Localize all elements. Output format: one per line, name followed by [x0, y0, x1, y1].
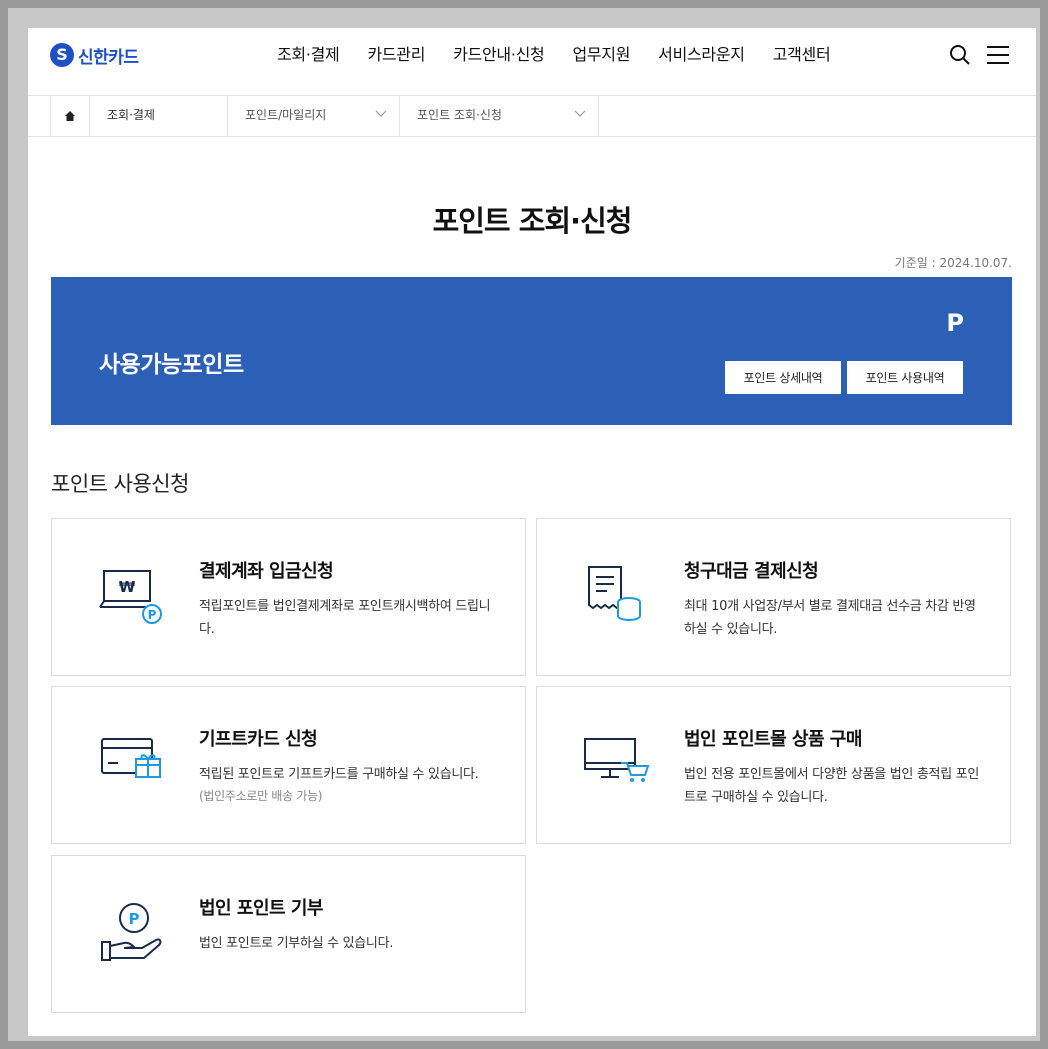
card-note: (법인주소로만 배송 가능)	[199, 789, 323, 803]
nav-item-card-management[interactable]: 카드관리	[353, 43, 439, 67]
card-title: 결제계좌 입금신청	[199, 561, 334, 582]
card-title: 법인 포인트 기부	[199, 898, 323, 919]
card-description-text: 적립된 포인트로 기프트카드를 구매하실 수 있습니다.	[199, 767, 479, 782]
receipt-coins-icon	[588, 566, 641, 621]
card-account-deposit[interactable]: ₩ P 결제계좌 입금신청 적립포인트를 법인결제계좌로 포인트캐시백하여 드립…	[51, 518, 526, 676]
card-gift-card[interactable]: 기프트카드 신청 적립된 포인트로 기프트카드를 구매하실 수 있습니다. (법…	[51, 686, 526, 844]
page-title: 포인트 조회·신청	[432, 204, 633, 238]
breadcrumb: 조회·결제 포인트/마일리지 포인트 조회·신청	[28, 96, 1036, 137]
brand-logo-text: 신한카드	[78, 47, 139, 68]
card-title: 청구대금 결제신청	[684, 561, 819, 582]
chevron-down-icon	[375, 110, 387, 117]
search-icon[interactable]	[948, 43, 972, 67]
card-description: 최대 10개 사업장/부서 별로 결제대금 선수금 차감 반영 하실 수 있습니…	[684, 595, 984, 641]
card-description: 법인 포인트로 기부하실 수 있습니다.	[199, 932, 499, 955]
card-description-text: 법인 포인트로 기부하실 수 있습니다.	[199, 936, 394, 951]
card-description-text: 최대 10개 사업장/부서 별로 결제대금 선수금 차감 반영 하실 수 있습니…	[684, 599, 976, 637]
card-description: 적립포인트를 법인결제계좌로 포인트캐시백하여 드립니다.	[199, 595, 499, 641]
nav-item-service-lounge[interactable]: 서비스라운지	[644, 43, 759, 67]
available-points-value: P	[946, 309, 964, 337]
point-detail-button[interactable]: 포인트 상세내역	[725, 361, 841, 394]
card-description-text: 적립포인트를 법인결제계좌로 포인트캐시백하여 드립니다.	[199, 599, 491, 637]
nav-item-business-support[interactable]: 업무지원	[558, 43, 644, 67]
breadcrumb-level3-label: 포인트 조회·신청	[417, 108, 502, 122]
nav-item-card-guide[interactable]: 카드안내·신청	[439, 43, 558, 67]
monitor-cart-icon	[584, 738, 650, 782]
breadcrumb-level1-label: 조회·결제	[107, 108, 155, 122]
svg-text:₩: ₩	[119, 578, 136, 596]
hamburger-menu-icon[interactable]	[986, 43, 1010, 67]
available-points-banner: 사용가능포인트 P 포인트 상세내역 포인트 사용내역	[51, 277, 1012, 425]
reference-date: 기준일 : 2024.10.07.	[894, 256, 1012, 270]
nav-item-inquiry-payment[interactable]: 조회·결제	[263, 43, 353, 67]
breadcrumb-home[interactable]	[50, 96, 90, 136]
card-title: 법인 포인트몰 상품 구매	[684, 729, 862, 750]
available-points-label: 사용가능포인트	[99, 352, 244, 378]
card-title: 기프트카드 신청	[199, 729, 318, 750]
card-bill-payment[interactable]: 청구대금 결제신청 최대 10개 사업장/부서 별로 결제대금 선수금 차감 반…	[536, 518, 1011, 676]
card-description-text: 법인 전용 포인트몰에서 다양한 상품을 법인 총적립 포인트로 구매하실 수 …	[684, 767, 980, 805]
svg-text:P: P	[129, 910, 140, 928]
svg-text:P: P	[148, 608, 157, 622]
card-description: 적립된 포인트로 기프트카드를 구매하실 수 있습니다. (법인주소로만 배송 …	[199, 763, 499, 806]
breadcrumb-level2-select[interactable]: 포인트/마일리지	[228, 96, 400, 136]
card-point-donation[interactable]: P 법인 포인트 기부 법인 포인트로 기부하실 수 있습니다.	[51, 855, 526, 1013]
card-description: 법인 전용 포인트몰에서 다양한 상품을 법인 총적립 포인트로 구매하실 수 …	[684, 763, 984, 809]
breadcrumb-level2-label: 포인트/마일리지	[245, 108, 327, 122]
card-gift-icon	[101, 738, 161, 778]
hand-point-icon: P	[101, 903, 162, 961]
nav-item-customer-center[interactable]: 고객센터	[759, 43, 845, 67]
main-nav: 조회·결제 카드관리 카드안내·신청 업무지원 서비스라운지 고객센터	[263, 43, 844, 67]
screenshot-frame: S 신한카드 조회·결제 카드관리 카드안내·신청 업무지원 서비스라운지 고객…	[8, 8, 1040, 1041]
chevron-down-icon	[574, 110, 586, 117]
breadcrumb-level3-select[interactable]: 포인트 조회·신청	[400, 96, 599, 136]
home-icon	[65, 111, 75, 121]
card-point-mall[interactable]: 법인 포인트몰 상품 구매 법인 전용 포인트몰에서 다양한 상품을 법인 총적…	[536, 686, 1011, 844]
brand-logo-mark: S	[50, 43, 74, 67]
point-usage-button[interactable]: 포인트 사용내역	[847, 361, 963, 394]
section-title: 포인트 사용신청	[51, 472, 189, 496]
global-header: S 신한카드 조회·결제 카드관리 카드안내·신청 업무지원 서비스라운지 고객…	[28, 28, 1036, 96]
breadcrumb-level1[interactable]: 조회·결제	[90, 96, 228, 136]
page: S 신한카드 조회·결제 카드관리 카드안내·신청 업무지원 서비스라운지 고객…	[28, 28, 1036, 1036]
laptop-won-point-icon: ₩ P	[99, 570, 162, 624]
brand-logo[interactable]: S 신한카드	[50, 42, 139, 68]
